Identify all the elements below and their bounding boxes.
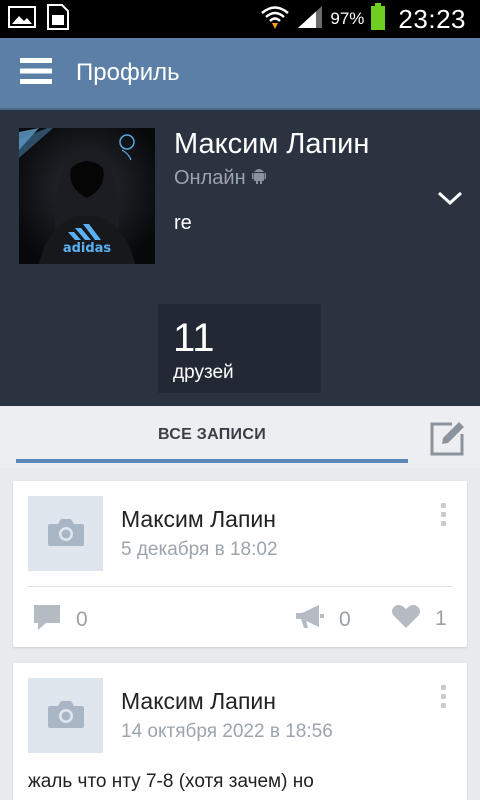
camera-icon xyxy=(46,698,86,734)
chevron-down-icon xyxy=(437,190,463,210)
comment-button[interactable]: 0 xyxy=(32,603,88,637)
sim-card-icon xyxy=(46,3,70,35)
app-bar: Профиль xyxy=(0,38,480,110)
post-author-avatar[interactable] xyxy=(28,496,103,571)
hamburger-menu-icon xyxy=(20,58,52,88)
android-icon xyxy=(251,166,266,190)
post-author-name[interactable]: Максим Лапин xyxy=(121,506,276,533)
compose-icon xyxy=(428,422,466,462)
post-menu-button[interactable] xyxy=(431,685,455,715)
post-card[interactable]: Максим Лапин 14 октября 2022 в 18:56 жал… xyxy=(13,663,467,800)
share-button[interactable]: 0 xyxy=(295,603,351,637)
comment-icon xyxy=(32,603,62,637)
profile-status-text: re xyxy=(174,212,192,234)
like-count: 1 xyxy=(435,607,447,630)
svg-text:adidas: adidas xyxy=(63,241,112,256)
post-date: 5 декабря в 18:02 xyxy=(121,539,278,560)
friends-counter[interactable]: 11 друзей xyxy=(158,304,321,393)
expand-profile-button[interactable] xyxy=(430,182,470,218)
megaphone-icon xyxy=(295,603,325,637)
friends-label: друзей xyxy=(173,362,234,383)
clock: 23:23 xyxy=(398,3,466,34)
post-author-name[interactable]: Максим Лапин xyxy=(121,688,276,715)
status-bar: 97% 23:23 xyxy=(0,0,480,38)
tab-all-posts[interactable]: ВСЕ ЗАПИСИ xyxy=(16,406,408,464)
post-card[interactable]: Максим Лапин 5 декабря в 18:02 0 0 1 xyxy=(13,481,467,647)
post-menu-button[interactable] xyxy=(431,503,455,533)
comment-count: 0 xyxy=(76,608,88,631)
battery-icon xyxy=(370,3,386,35)
compose-post-button[interactable] xyxy=(428,420,466,458)
profile-name: Максим Лапин xyxy=(174,128,370,160)
gallery-notification-icon xyxy=(8,5,36,33)
online-status: Онлайн xyxy=(174,166,266,190)
profile-header: adidas Максим Лапин Онлайн re 11 друзей xyxy=(0,110,480,406)
friends-count: 11 xyxy=(173,316,215,360)
battery-percent: 97% xyxy=(330,9,365,28)
posts-tab-bar: ВСЕ ЗАПИСИ xyxy=(0,406,480,468)
post-divider xyxy=(28,586,452,587)
post-text: жаль что нту 7-8 (хотя зачем) но xyxy=(28,771,314,792)
heart-icon xyxy=(391,603,421,635)
like-button[interactable]: 1 xyxy=(391,603,447,635)
profile-avatar[interactable]: adidas xyxy=(19,128,155,264)
page-title: Профиль xyxy=(76,59,180,86)
camera-icon xyxy=(46,516,86,552)
post-author-avatar[interactable] xyxy=(28,678,103,753)
share-count: 0 xyxy=(339,608,351,631)
online-status-label: Онлайн xyxy=(174,166,246,189)
active-tab-indicator xyxy=(16,459,408,463)
wifi-icon xyxy=(260,4,290,34)
menu-button[interactable] xyxy=(0,37,72,109)
signal-icon xyxy=(296,4,324,34)
post-date: 14 октября 2022 в 18:56 xyxy=(121,721,333,742)
